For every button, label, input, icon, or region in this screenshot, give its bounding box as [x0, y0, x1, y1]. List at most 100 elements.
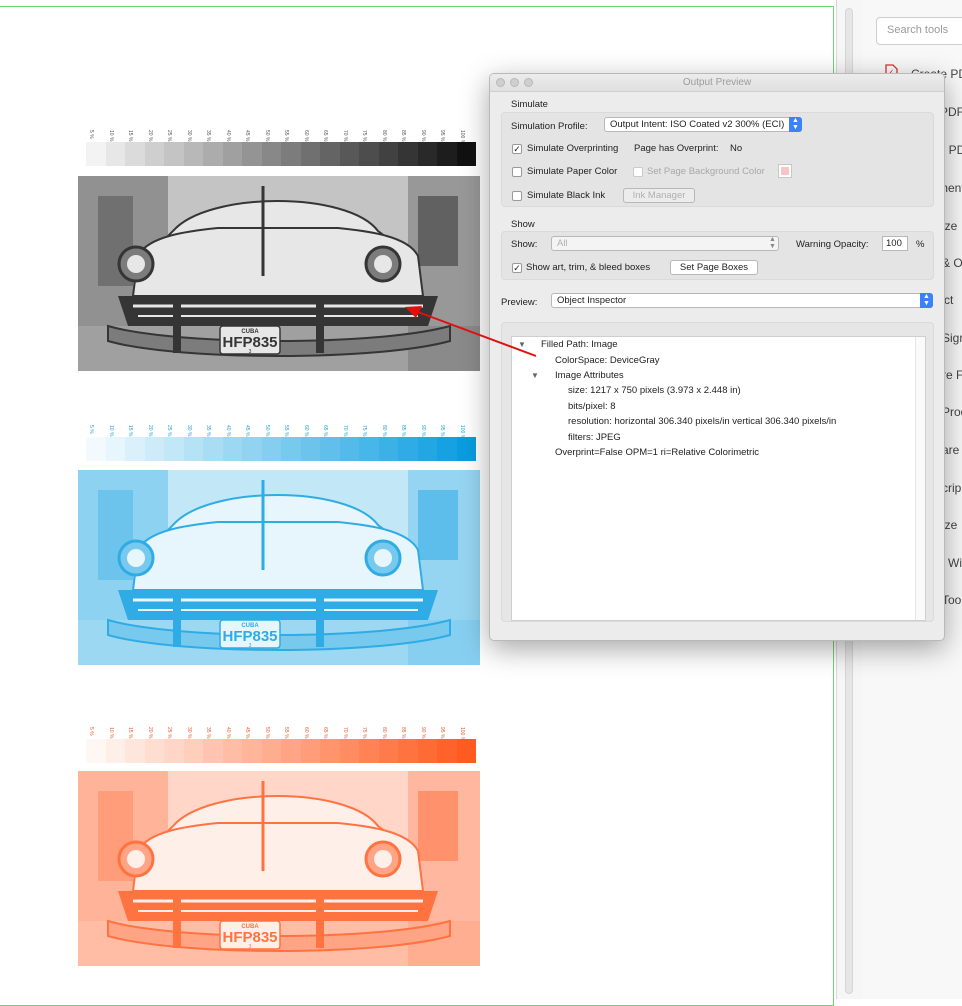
- tone-swatch: [203, 739, 223, 763]
- tone-swatch: [105, 142, 125, 166]
- warning-opacity-unit: %: [916, 239, 925, 250]
- tone-swatch: [125, 437, 145, 461]
- car-photo: CUBA HFP835 3: [78, 771, 480, 966]
- tone-swatch: [183, 142, 203, 166]
- page-background-color-label: Set Page Background Color: [647, 166, 765, 177]
- tone-swatch: [144, 437, 164, 461]
- tree-filters: filters: JPEG: [568, 432, 621, 443]
- tone-swatch: [86, 437, 106, 461]
- tone-ramp-swatches: [86, 142, 476, 166]
- tone-swatch: [320, 142, 340, 166]
- tone-swatch: [417, 142, 437, 166]
- tone-swatch: [183, 437, 203, 461]
- tool-item[interactable]: re F: [942, 368, 962, 382]
- tool-item[interactable]: Sign: [942, 331, 962, 345]
- tone-swatch: [300, 437, 320, 461]
- tool-item[interactable]: & O: [942, 256, 962, 270]
- simulate-paper-color-checkbox[interactable]: [512, 167, 522, 177]
- tone-swatch: [437, 739, 457, 763]
- chevron-updown-icon: ▲ ▼: [769, 236, 776, 250]
- simulate-black-ink-label: Simulate Black Ink: [527, 190, 606, 201]
- set-page-boxes-button[interactable]: Set Page Boxes: [670, 260, 758, 275]
- object-inspector-panel: ▼ Filled Path: Image ColorSpace: DeviceG…: [511, 336, 926, 621]
- tone-swatch: [125, 739, 145, 763]
- tone-swatch: [105, 437, 125, 461]
- tool-item[interactable]: Wi: [948, 556, 962, 570]
- tree-overprint: Overprint=False OPM=1 ri=Relative Colori…: [555, 447, 760, 458]
- tone-swatch: [456, 142, 476, 166]
- tone-swatch: [456, 739, 476, 763]
- license-plate-bottom: 3: [249, 349, 252, 355]
- disclosure-triangle-icon[interactable]: ▼: [531, 371, 539, 380]
- search-tools-input[interactable]: Search tools: [876, 17, 962, 45]
- tone-swatch: [281, 437, 301, 461]
- page-has-overprint-label: Page has Overprint:: [634, 143, 719, 154]
- tone-swatch: [281, 739, 301, 763]
- tone-swatch: [300, 739, 320, 763]
- tone-swatch: [203, 437, 223, 461]
- simulate-section-title: Simulate: [511, 99, 548, 110]
- tone-swatch: [261, 739, 281, 763]
- tree-colorspace[interactable]: ColorSpace: DeviceGray: [555, 355, 660, 366]
- simulate-overprinting-checkbox[interactable]: ✓: [512, 144, 522, 154]
- show-boxes-checkbox[interactable]: ✓: [512, 263, 522, 273]
- tone-swatch: [164, 739, 184, 763]
- tree-size: size: 1217 x 750 pixels (3.973 x 2.448 i…: [568, 385, 741, 396]
- tone-swatch: [222, 142, 242, 166]
- dialog-titlebar[interactable]: Output Preview: [490, 74, 944, 92]
- tone-swatch: [164, 437, 184, 461]
- show-label: Show:: [511, 239, 538, 250]
- tone-ramp-swatches: [86, 739, 476, 763]
- tone-swatch: [437, 437, 457, 461]
- page-background-color-checkbox[interactable]: [633, 167, 643, 177]
- tone-swatch: [398, 437, 418, 461]
- chevron-updown-icon: ▲ ▼: [789, 117, 802, 132]
- tree-resolution: resolution: horizontal 306.340 pixels/in…: [568, 416, 837, 427]
- tool-item[interactable]: : PD: [942, 143, 962, 157]
- tree-filled-path[interactable]: Filled Path: Image: [541, 339, 618, 350]
- simulate-overprinting-label: Simulate Overprinting: [527, 143, 619, 154]
- tone-swatch: [456, 437, 476, 461]
- tone-swatch: [359, 437, 379, 461]
- car-photo: CUBA HFP835 3: [78, 176, 480, 371]
- tone-swatch: [242, 437, 262, 461]
- show-boxes-label: Show art, trim, & bleed boxes: [526, 262, 651, 273]
- tone-swatch: [378, 142, 398, 166]
- chevron-updown-icon: ▲ ▼: [920, 293, 933, 308]
- license-plate-bottom: 3: [249, 643, 252, 649]
- license-plate-bottom: 3: [249, 944, 252, 950]
- preview-select-value: Object Inspector: [557, 295, 627, 306]
- page-has-overprint-value: No: [730, 143, 743, 154]
- tone-swatch: [144, 142, 164, 166]
- simulation-profile-label: Simulation Profile:: [511, 121, 588, 132]
- tone-swatch: [144, 739, 164, 763]
- dialog-title: Output Preview: [682, 77, 752, 88]
- show-select[interactable]: All ▲ ▼: [551, 236, 779, 251]
- simulation-profile-select[interactable]: Output Intent: ISO Coated v2 300% (ECI) …: [604, 117, 802, 132]
- tone-swatch: [261, 142, 281, 166]
- tone-swatch: [378, 739, 398, 763]
- simulation-profile-value: Output Intent: ISO Coated v2 300% (ECI): [610, 119, 785, 130]
- tone-ramp-swatches: [86, 437, 476, 461]
- simulate-group: Simulation Profile: Output Intent: ISO C…: [501, 112, 934, 207]
- tone-swatch: [378, 437, 398, 461]
- disclosure-triangle-icon[interactable]: ▼: [518, 340, 526, 349]
- warning-opacity-label: Warning Opacity:: [796, 239, 869, 250]
- show-group: Show: All ▲ ▼ Warning Opacity: 100 % ✓ Sh…: [501, 231, 934, 280]
- warning-opacity-input[interactable]: 100: [882, 236, 908, 251]
- tone-swatch: [242, 142, 262, 166]
- ink-manager-button[interactable]: Ink Manager: [623, 188, 695, 203]
- preview-label: Preview:: [501, 297, 538, 308]
- simulate-black-ink-checkbox[interactable]: [512, 191, 522, 201]
- tool-item[interactable]: ct: [944, 293, 953, 307]
- tone-swatch: [437, 142, 457, 166]
- tone-swatch: [300, 142, 320, 166]
- tool-item[interactable]: Prod: [942, 405, 962, 419]
- tree-image-attributes[interactable]: Image Attributes: [555, 370, 624, 381]
- inspector-scrollbar[interactable]: [915, 337, 925, 620]
- tone-swatch: [183, 739, 203, 763]
- tone-swatch: [203, 142, 223, 166]
- tone-swatch: [86, 142, 106, 166]
- page-background-color-swatch[interactable]: [778, 164, 792, 178]
- preview-select[interactable]: Object Inspector ▲ ▼: [551, 293, 933, 308]
